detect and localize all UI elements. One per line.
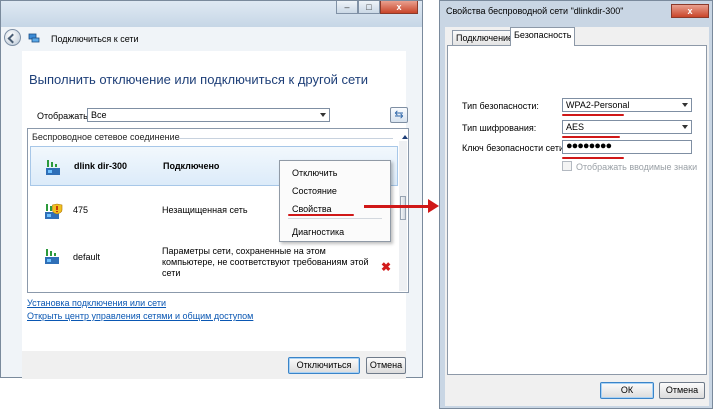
- dialog-footer: Отключиться Отмена: [22, 351, 406, 379]
- network-center-link[interactable]: Открыть центр управления сетями и общим …: [27, 311, 253, 321]
- right-caption-buttons: x: [671, 4, 709, 18]
- menu-item-status[interactable]: Состояние: [292, 186, 337, 196]
- network-status: Параметры сети, сохраненные на этом комп…: [162, 246, 369, 278]
- wireless-network-icon: [45, 249, 59, 264]
- list-scrollbar[interactable]: [399, 141, 407, 291]
- show-characters-checkbox[interactable]: [562, 161, 572, 171]
- window-title: Подключиться к сети: [51, 34, 139, 44]
- disconnect-button[interactable]: Отключиться: [288, 357, 360, 374]
- group-header: Беспроводное сетевое соединение: [32, 132, 180, 142]
- chevron-down-icon: [682, 103, 688, 107]
- network-status: Подключено: [163, 161, 220, 171]
- menu-item-properties[interactable]: Свойства: [292, 204, 332, 214]
- page-heading: Выполнить отключение или подключиться к …: [29, 72, 369, 87]
- security-key-label: Ключ безопасности сети:: [462, 143, 567, 153]
- network-name: dlink dir-300: [74, 161, 128, 171]
- menu-item-diagnostics[interactable]: Диагностика: [292, 227, 344, 237]
- properties-client-area: Подключение Безопасность Тип безопасност…: [445, 27, 709, 406]
- minimize-button[interactable]: –: [336, 1, 358, 14]
- show-filter-dropdown[interactable]: Все: [87, 108, 330, 122]
- error-x-icon: ✖: [381, 260, 392, 274]
- network-icon: [28, 33, 40, 43]
- show-characters-label: Отображать вводимые знаки: [576, 162, 698, 172]
- unsecured-network-icon: [45, 203, 63, 219]
- group-divider: [178, 138, 393, 139]
- cancel-button[interactable]: Отмена: [366, 357, 406, 374]
- show-label: Отображать: [37, 111, 88, 121]
- chevron-down-icon: [320, 113, 326, 117]
- encryption-type-dropdown[interactable]: AES: [562, 120, 692, 134]
- menu-item-disconnect[interactable]: Отключить: [292, 168, 338, 178]
- collapse-chevron-icon[interactable]: [402, 135, 408, 139]
- annotation-underline-properties: [288, 214, 354, 216]
- security-type-dropdown[interactable]: WPA2-Personal: [562, 98, 692, 112]
- back-arrow-icon[interactable]: [4, 29, 21, 46]
- scrollbar-thumb[interactable]: [400, 196, 406, 220]
- chevron-down-icon: [682, 125, 688, 129]
- context-menu: Отключить Состояние Свойства Диагностика: [279, 160, 391, 242]
- connect-to-network-window: – □ x Подключиться к сети Выполнить откл…: [0, 0, 423, 379]
- refresh-button[interactable]: ⇆: [390, 107, 408, 123]
- close-button[interactable]: x: [380, 1, 418, 14]
- tab-security[interactable]: Безопасность: [510, 27, 576, 46]
- encryption-type-value: AES: [566, 122, 585, 132]
- cancel-button[interactable]: Отмена: [659, 382, 705, 399]
- annotation-underline-key: [562, 157, 624, 159]
- annotation-arrow-icon: [428, 199, 439, 213]
- network-name: default: [73, 252, 101, 262]
- left-caption-buttons: – □ x: [336, 1, 418, 15]
- menu-divider: [288, 218, 382, 219]
- properties-window-title: Свойства беспроводной сети "dlinkdir-300…: [446, 6, 624, 16]
- security-tab-panel: Тип безопасности: WPA2-Personal Тип шифр…: [447, 45, 707, 375]
- setup-connection-link[interactable]: Установка подключения или сети: [27, 298, 166, 308]
- wireless-properties-window: Свойства беспроводной сети "dlinkdir-300…: [439, 0, 713, 409]
- network-name: 475: [73, 205, 89, 215]
- security-type-value: WPA2-Personal: [566, 100, 630, 110]
- refresh-icon: ⇆: [394, 109, 404, 121]
- tab-connection[interactable]: Подключение: [452, 30, 518, 45]
- network-status: Незащищенная сеть: [162, 205, 248, 215]
- ok-button[interactable]: ОК: [600, 382, 654, 399]
- maximize-button[interactable]: □: [358, 1, 380, 14]
- annotation-underline-encryption: [562, 136, 620, 138]
- annotation-arrow-line: [364, 205, 431, 208]
- annotation-underline-security: [562, 114, 624, 116]
- security-key-input[interactable]: ●●●●●●●●: [562, 140, 692, 154]
- encryption-type-label: Тип шифрования:: [462, 123, 537, 133]
- close-button[interactable]: x: [671, 4, 709, 18]
- wireless-network-icon: [46, 160, 60, 175]
- show-filter-value: Все: [91, 110, 107, 120]
- security-type-label: Тип безопасности:: [462, 101, 539, 111]
